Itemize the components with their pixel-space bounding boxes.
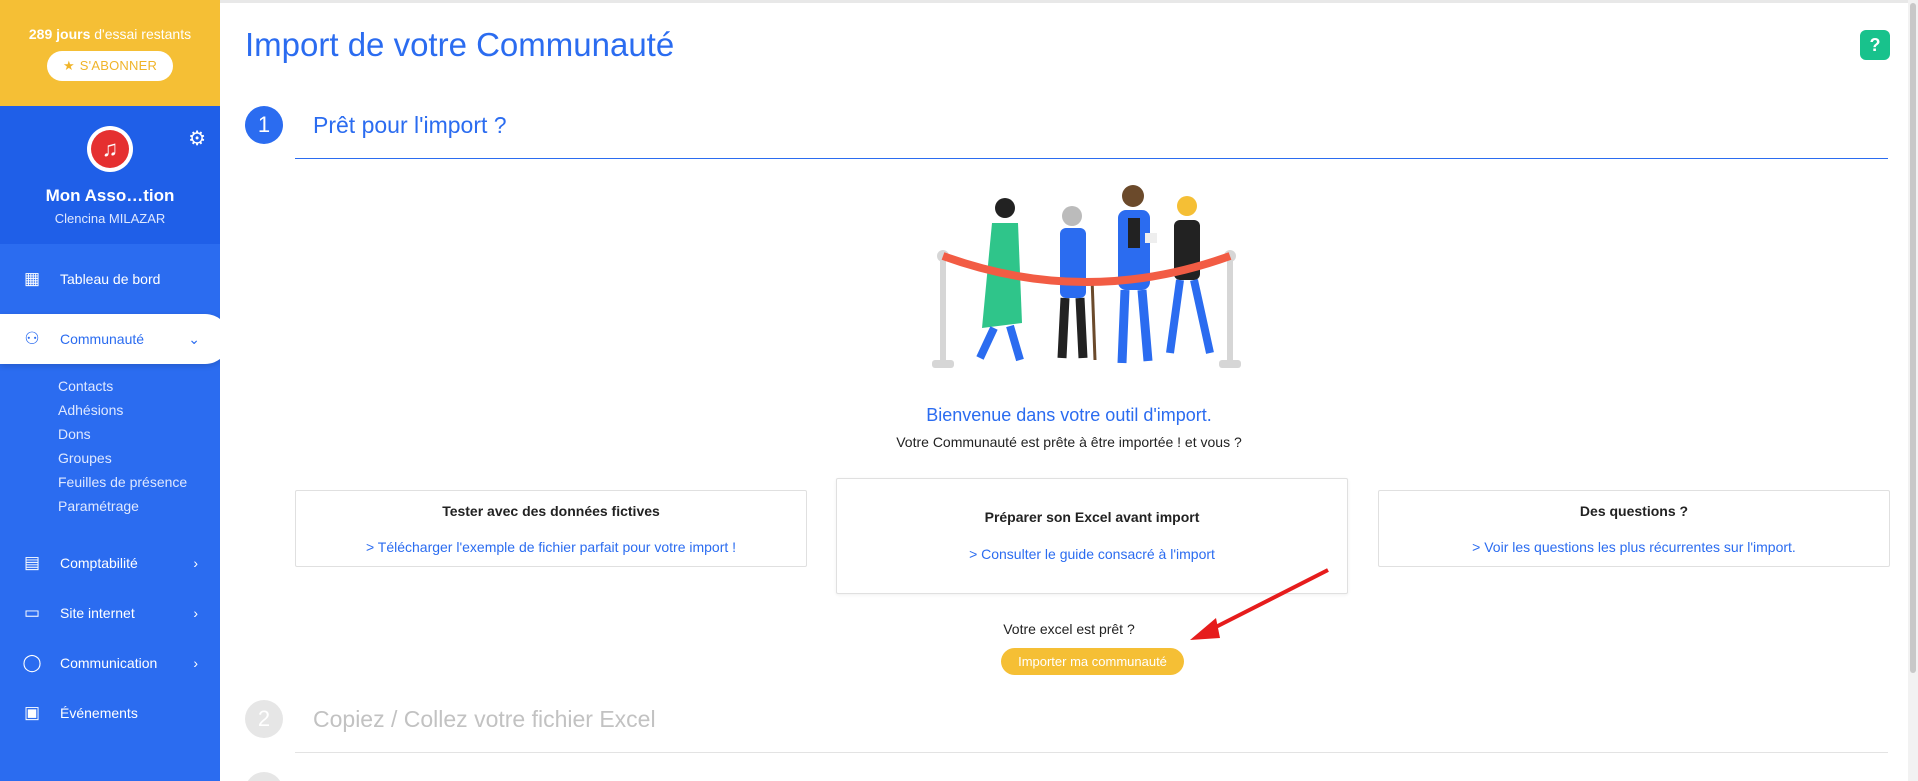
subnav-item-groupes[interactable]: Groupes	[58, 446, 220, 470]
calculator-icon: ▤	[23, 553, 41, 572]
sidebar: 289 jours d'essai restants ★ S'ABONNER ♫ …	[0, 0, 220, 781]
sidebar-item-communication[interactable]: ◯ Communication ›	[0, 638, 220, 688]
users-icon: ⚇	[24, 329, 40, 348]
dashboard-icon: ▦	[23, 269, 41, 288]
subnav-item-feuilles-presence[interactable]: Feuilles de présence	[58, 470, 220, 494]
calendar-icon: ▣	[23, 703, 41, 722]
step-number: 1	[245, 106, 283, 144]
chat-icon: ◯	[22, 653, 42, 672]
annotation-arrow	[1190, 568, 1329, 640]
org-name: Mon Asso…tion	[45, 186, 175, 205]
step-1-header: 1 Prêt pour l'import ?	[245, 106, 507, 144]
step-3-number	[245, 772, 283, 781]
music-note-icon: ♫	[91, 130, 129, 168]
chevron-right-icon: ›	[193, 605, 198, 621]
sidebar-nav: ▦ Tableau de bord ⚇ Communauté ⌄	[0, 254, 220, 364]
scrollbar-thumb[interactable]	[1910, 3, 1916, 673]
chevron-right-icon: ›	[193, 555, 198, 571]
chevron-right-icon: ›	[193, 655, 198, 671]
help-button[interactable]: ?	[1860, 30, 1890, 60]
queue-illustration	[932, 185, 1241, 368]
subnav-item-adhesions[interactable]: Adhésions	[58, 398, 220, 422]
gear-icon[interactable]: ⚙	[188, 126, 206, 151]
sidebar-item-accounting[interactable]: ▤ Comptabilité ›	[0, 538, 220, 588]
card-title: Tester avec des données fictives	[442, 503, 660, 519]
sidebar-item-label: Communauté	[60, 331, 145, 347]
subscribe-button[interactable]: ★ S'ABONNER	[46, 51, 174, 81]
welcome-subtitle: Votre Communauté est prête à être import…	[896, 434, 1242, 450]
step-2-header: 2 Copiez / Collez votre fichier Excel	[245, 700, 656, 738]
trial-text: 289 jours d'essai restants	[28, 26, 192, 42]
sidebar-item-label: Tableau de bord	[60, 271, 161, 287]
main-content: Import de votre Communauté ? 1 Prêt pour…	[220, 0, 1918, 781]
import-community-button[interactable]: Importer ma communauté	[1001, 648, 1184, 675]
subnav-item-contacts[interactable]: Contacts	[58, 374, 220, 398]
welcome-title: Bienvenue dans votre outil d'import.	[926, 405, 1212, 425]
laptop-icon: ▭	[23, 603, 41, 622]
card-title: Des questions ?	[1579, 503, 1689, 519]
card-test-data: Tester avec des données fictives > Téléc…	[295, 490, 807, 567]
star-icon: ★	[62, 58, 75, 73]
card-questions: Des questions ? > Voir les questions les…	[1378, 490, 1890, 567]
sidebar-item-label: Communication	[60, 655, 158, 671]
step-1-divider	[295, 158, 1888, 159]
sidebar-item-events[interactable]: ▣ Événements	[0, 688, 220, 738]
avatar[interactable]: ♫	[87, 126, 133, 172]
step-2-divider	[295, 752, 1888, 753]
community-subnav: Contacts Adhésions Dons Groupes Feuilles…	[0, 374, 220, 538]
sidebar-item-label: Comptabilité	[60, 555, 138, 571]
page-title: Import de votre Communauté	[245, 26, 675, 63]
sidebar-item-website[interactable]: ▭ Site internet ›	[0, 588, 220, 638]
profile-block: ♫ ⚙ Mon Asso…tion Clencina MILAZAR	[0, 106, 220, 244]
user-name: Clencina MILAZAR	[54, 211, 166, 226]
sidebar-item-community[interactable]: ⚇ Communauté ⌄	[0, 314, 220, 364]
subnav-item-parametrage[interactable]: Paramétrage	[58, 494, 220, 518]
sidebar-item-label: Événements	[60, 705, 138, 721]
step-title: Copiez / Collez votre fichier Excel	[313, 705, 656, 732]
import-guide-link[interactable]: > Consulter le guide consacré à l'import	[837, 546, 1347, 562]
ready-question: Votre excel est prêt ?	[1003, 621, 1135, 637]
faq-link[interactable]: > Voir les questions les plus récurrente…	[1379, 539, 1889, 555]
sidebar-nav-lower: ▤ Comptabilité › ▭ Site internet › ◯ Com…	[0, 538, 220, 738]
card-title: Préparer son Excel avant import	[984, 509, 1200, 525]
chevron-down-icon: ⌄	[188, 330, 200, 347]
top-divider	[220, 0, 1918, 3]
download-example-link[interactable]: > Télécharger l'exemple de fichier parfa…	[296, 539, 806, 555]
step-number: 2	[245, 700, 283, 738]
subnav-item-dons[interactable]: Dons	[58, 422, 220, 446]
sidebar-item-dashboard[interactable]: ▦ Tableau de bord	[0, 254, 220, 304]
step-title: Prêt pour l'import ?	[313, 111, 507, 138]
trial-banner: 289 jours d'essai restants ★ S'ABONNER	[0, 0, 220, 106]
scrollbar[interactable]	[1908, 0, 1918, 781]
sidebar-item-label: Site internet	[60, 605, 135, 621]
